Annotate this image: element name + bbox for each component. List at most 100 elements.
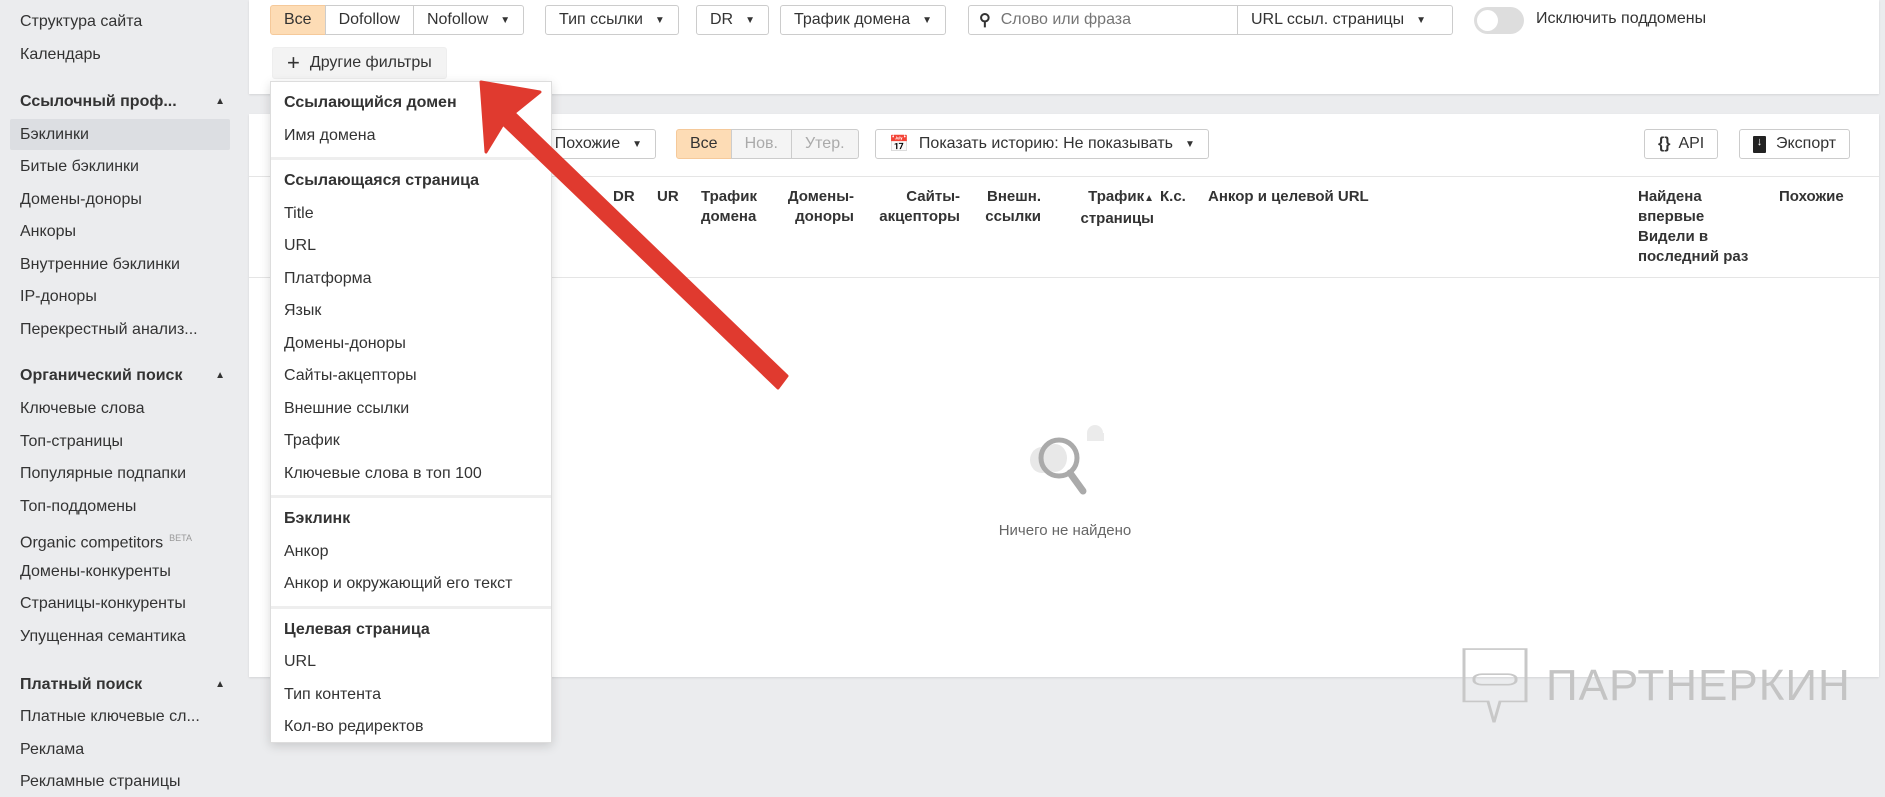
col-ks[interactable]: К.с.	[1160, 187, 1186, 207]
menu-item-title[interactable]: Title	[271, 198, 551, 231]
history-dropdown[interactable]: 📅 Показать историю: Не показывать ▼	[875, 129, 1209, 159]
col-page-traffic[interactable]: Трафик▲ страницы	[1050, 187, 1154, 229]
label: Nofollow	[426, 11, 489, 28]
label: URL ссыл. страницы	[1251, 11, 1405, 28]
section-title: Органический поиск	[20, 367, 183, 384]
sidebar-item-backlinks[interactable]: Бэклинки	[10, 119, 230, 150]
sidebar-item-missed-semantics[interactable]: Упущенная семантика	[10, 621, 230, 652]
item-label: Organic competitors	[20, 534, 164, 552]
caret-down-icon: ▼	[1416, 14, 1427, 26]
col-anchor[interactable]: Анкор и целевой URL	[1208, 187, 1369, 207]
l2: страницы	[1080, 210, 1154, 227]
period-new[interactable]: Нов.	[730, 129, 792, 159]
l4: последний раз	[1638, 248, 1749, 265]
search-input[interactable]	[1000, 11, 1221, 29]
sidebar-item-organic-competitors[interactable]: Organic competitors BETA	[10, 523, 230, 554]
search-icon: ⚲	[979, 12, 991, 29]
col-similar[interactable]: Похожие	[1779, 187, 1844, 207]
sidebar-item-ads[interactable]: Реклама	[10, 734, 230, 765]
menu-item-platform[interactable]: Платформа	[271, 263, 551, 296]
menu-section-backlink: Бэклинк Анкор Анкор и окружающий его тек…	[271, 498, 551, 609]
menu-item-target-url[interactable]: URL	[271, 646, 551, 679]
menu-item-anchor[interactable]: Анкор	[271, 536, 551, 569]
menu-header: Ссылающийся домен	[284, 94, 457, 111]
empty-search-icon	[1030, 425, 1104, 495]
sidebar-item-keywords[interactable]: Ключевые слова	[10, 393, 230, 424]
col-ref-domains[interactable]: Домены-доноры	[780, 187, 854, 227]
label: Показать историю: Не показывать	[918, 135, 1173, 152]
label: API	[1678, 135, 1705, 152]
sidebar-item-ref-domains[interactable]: Домены-доноры	[10, 184, 230, 215]
col-ur[interactable]: UR	[657, 187, 679, 207]
col-found[interactable]: Найдена впервые Видели в последний раз	[1638, 187, 1748, 267]
sidebar-item-competitor-pages[interactable]: Страницы-конкуренты	[10, 588, 230, 619]
watermark-text: ПАРТНЕРКИН	[1546, 661, 1851, 710]
sidebar-item-ip-donors[interactable]: IP-доноры	[10, 281, 230, 312]
export-button[interactable]: ↓ Экспорт	[1739, 129, 1851, 159]
empty-state-text: Ничего не найдено	[998, 522, 1132, 539]
menu-item-top100-keywords[interactable]: Ключевые слова в топ 100	[271, 458, 551, 491]
menu-item-domain-name[interactable]: Имя домена	[271, 120, 551, 153]
period-group: Все Нов. Утер.	[676, 129, 859, 159]
sidebar-section-backlinks[interactable]: Ссылочный проф... ▲	[20, 90, 225, 114]
sidebar-item-paid-keywords[interactable]: Платные ключевые сл...	[10, 701, 230, 732]
sidebar-item-internal-backlinks[interactable]: Внутренние бэклинки	[10, 249, 230, 280]
menu-item-ref-domains[interactable]: Домены-доноры	[271, 328, 551, 361]
menu-item-acceptors[interactable]: Сайты-акцепторы	[271, 360, 551, 393]
period-all[interactable]: Все	[676, 129, 732, 159]
braces-icon: {}	[1658, 135, 1671, 152]
sidebar-item-site-structure[interactable]: Структура сайта	[10, 6, 230, 37]
sidebar: Структура сайта Календарь Ссылочный проф…	[0, 0, 248, 790]
sidebar-item-calendar[interactable]: Календарь	[10, 39, 230, 70]
sidebar-section-paid[interactable]: Платный поиск ▲	[20, 673, 225, 697]
caret-down-icon: ▼	[922, 14, 932, 26]
menu-section-target-page: Целевая страница URL Тип контента Кол-во…	[271, 609, 551, 749]
sidebar-item-top-subdomains[interactable]: Топ-поддомены	[10, 491, 230, 522]
more-filters-menu: Ссылающийся домен Имя домена Ссылающаяся…	[270, 81, 552, 743]
label: Другие фильтры	[309, 54, 432, 71]
label: Похожие	[554, 135, 621, 152]
l1: Домены-	[787, 188, 854, 205]
menu-item-anchor-context[interactable]: Анкор и окружающий его текст	[271, 568, 551, 601]
l2: впервые	[1638, 208, 1705, 225]
label: Экспорт	[1776, 135, 1837, 152]
search-scope-dropdown[interactable]: URL ссыл. страницы ▼	[1237, 5, 1453, 35]
sidebar-item-competitor-domains[interactable]: Домены-конкуренты	[10, 556, 230, 587]
caret-down-icon: ▼	[745, 14, 756, 26]
sidebar-item-cross-analysis[interactable]: Перекрестный анализ...	[10, 314, 230, 345]
l1: Найдена	[1638, 188, 1702, 205]
filter-all[interactable]: Все	[270, 5, 326, 35]
sidebar-item-top-pages[interactable]: Топ-страницы	[10, 426, 230, 457]
filter-nofollow[interactable]: Nofollow ▼	[412, 5, 525, 35]
col-ext-links[interactable]: Внешн. ссылки	[970, 187, 1041, 227]
link-type-dropdown[interactable]: Тип ссылки ▼	[545, 5, 679, 35]
sidebar-section-organic[interactable]: Органический поиск ▲	[20, 364, 225, 388]
search-field[interactable]: ⚲	[968, 5, 1238, 35]
dr-dropdown[interactable]: DR ▼	[696, 5, 770, 35]
menu-item-language[interactable]: Язык	[271, 295, 551, 328]
caret-down-icon: ▼	[632, 138, 642, 150]
exclude-subdomains-toggle[interactable]	[1474, 7, 1524, 34]
filter-dofollow[interactable]: Dofollow	[324, 5, 414, 35]
plus-icon: +	[287, 50, 300, 75]
col-acceptors[interactable]: Сайты-акцепторы	[860, 187, 960, 227]
menu-item-content-type[interactable]: Тип контента	[271, 679, 551, 712]
menu-item-url[interactable]: URL	[271, 230, 551, 263]
api-button[interactable]: {} API	[1644, 129, 1719, 159]
label: DR	[710, 11, 734, 28]
more-filters-button[interactable]: + Другие фильтры	[272, 47, 447, 79]
sidebar-item-ad-pages[interactable]: Рекламные страницы	[10, 766, 230, 797]
menu-item-ext-links[interactable]: Внешние ссылки	[271, 393, 551, 426]
menu-item-traffic[interactable]: Трафик	[271, 425, 551, 458]
calendar-icon: 📅	[889, 136, 909, 153]
domain-traffic-dropdown[interactable]: Трафик домена ▼	[780, 5, 946, 35]
sidebar-item-broken-backlinks[interactable]: Битые бэклинки	[10, 151, 230, 182]
watermark: ПАРТНЕРКИН	[1460, 648, 1851, 724]
menu-item-redirects[interactable]: Кол-во редиректов	[271, 711, 551, 744]
sidebar-item-subfolders[interactable]: Популярные подпапки	[10, 458, 230, 489]
period-lost[interactable]: Утер.	[790, 129, 859, 159]
col-dr[interactable]: DR	[613, 187, 635, 207]
col-domain-traffic[interactable]: Трафик домена	[701, 187, 757, 227]
l2: домена	[701, 208, 757, 225]
sidebar-item-anchors[interactable]: Анкоры	[10, 216, 230, 247]
